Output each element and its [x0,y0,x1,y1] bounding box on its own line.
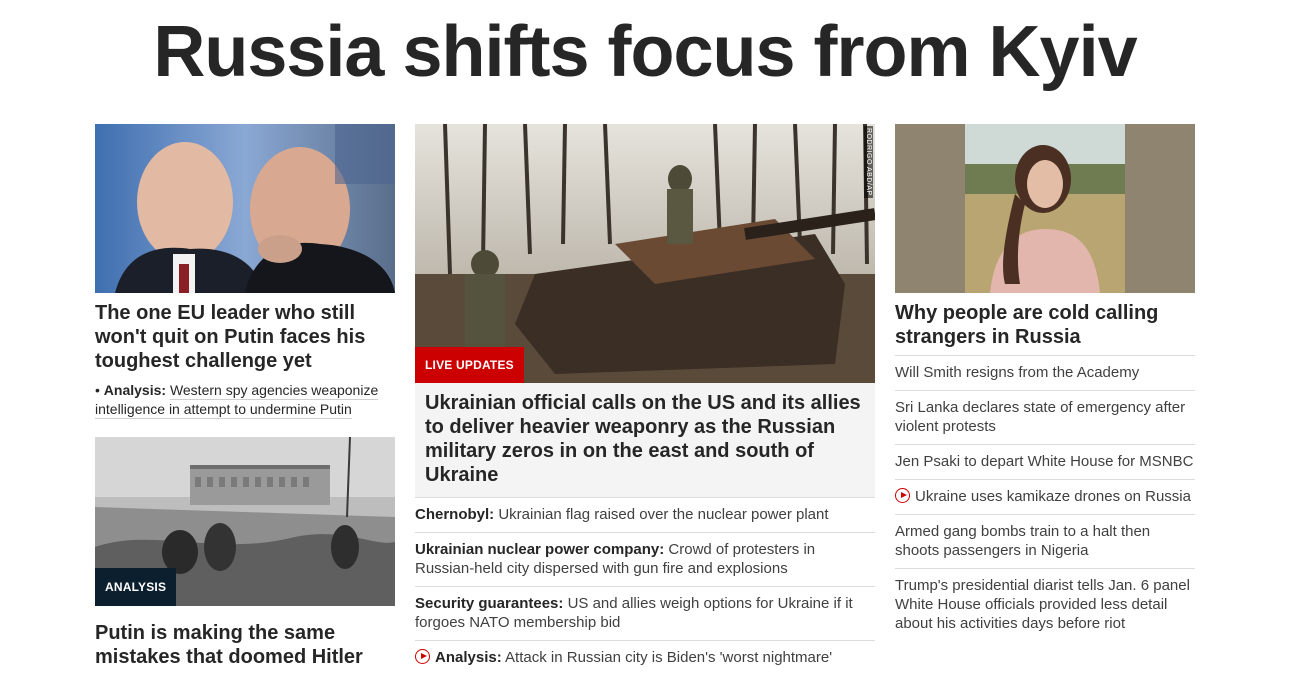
bullet: • [95,382,104,398]
item-key: Security guarantees: [415,595,564,612]
left-column: The one EU leader who still won't quit o… [95,124,395,668]
list-item[interactable]: Armed gang bombs train to a halt then sh… [895,514,1195,568]
woman-field-illustration [895,124,1195,293]
middle-related-list: Chernobyl: Ukrainian flag raised over th… [415,497,875,675]
play-circle-icon [895,488,910,503]
item-text[interactable]: Attack in Russian city is Biden's 'worst… [505,649,832,666]
item-text[interactable]: Armed gang bombs train to a halt then sh… [895,523,1150,559]
live-updates-label[interactable]: LIVE UPDATES [415,347,524,383]
list-item[interactable]: Sri Lanka declares state of emergency af… [895,390,1195,444]
story-link-eu-leader[interactable]: The one EU leader who still won't quit o… [95,302,365,372]
item-key: Ukrainian nuclear power company: [415,541,665,558]
right-column: Why people are cold calling strangers in… [895,124,1195,641]
story-title-heavier-weaponry[interactable]: Ukrainian official calls on the US and i… [425,391,865,487]
destroyed-tank-illustration [415,124,875,383]
list-item[interactable]: Ukrainian nuclear power company: Crowd o… [415,532,875,586]
feature-headline-box: Ukrainian official calls on the US and i… [415,383,875,497]
list-item[interactable]: Trump's presidential diarist tells Jan. … [895,568,1195,641]
middle-column: RODRIGO ABD/AP LIVE UPDATES Ukrainian of… [415,124,875,675]
page-headline[interactable]: Russia shifts focus from Kyiv [0,10,1290,94]
story-sub-spy-agencies[interactable]: • Analysis: Western spy agencies weaponi… [95,381,395,419]
story-link-cold-calling[interactable]: Why people are cold calling strangers in… [895,302,1158,348]
list-item[interactable]: Analysis: Attack in Russian city is Bide… [415,640,875,675]
list-item[interactable]: Chernobyl: Ukrainian flag raised over th… [415,497,875,532]
story-title-eu-leader[interactable]: The one EU leader who still won't quit o… [95,301,395,373]
item-text[interactable]: Trump's presidential diarist tells Jan. … [895,577,1190,632]
story-title-cold-calling[interactable]: Why people are cold calling strangers in… [895,301,1195,349]
sub-prefix: Analysis: [103,382,167,398]
putin-orban-photo[interactable] [95,124,395,293]
putin-orban-illustration [95,124,395,293]
destroyed-tank-photo[interactable]: RODRIGO ABD/AP LIVE UPDATES [415,124,875,383]
right-related-list: Will Smith resigns from the Academy Sri … [895,355,1195,641]
item-text[interactable]: Ukrainian flag raised over the nuclear p… [498,506,828,523]
analysis-label[interactable]: ANALYSIS [95,568,177,606]
woman-field-photo[interactable] [895,124,1195,293]
list-item[interactable]: Security guarantees: US and allies weigh… [415,586,875,640]
list-item[interactable]: Will Smith resigns from the Academy [895,355,1195,390]
ww2-soldiers-photo[interactable]: ANALYSIS [95,437,395,606]
story-link-putin-hitler[interactable]: Putin is making the same mistakes that d… [95,622,363,668]
photo-credit: RODRIGO ABD/AP [864,126,873,198]
list-item[interactable]: Ukraine uses kamikaze drones on Russia [895,479,1195,514]
item-text[interactable]: Sri Lanka declares state of emergency af… [895,399,1185,435]
story-link-heavier-weaponry[interactable]: Ukrainian official calls on the US and i… [425,392,861,486]
list-item[interactable]: Jen Psaki to depart White House for MSNB… [895,444,1195,479]
story-title-putin-hitler[interactable]: Putin is making the same mistakes that d… [95,621,395,669]
item-key: Chernobyl: [415,506,495,523]
item-text[interactable]: Will Smith resigns from the Academy [895,364,1139,381]
play-circle-icon [415,649,430,664]
item-key: Analysis: [435,649,502,666]
item-text[interactable]: Ukraine uses kamikaze drones on Russia [915,488,1191,505]
item-text[interactable]: Jen Psaki to depart White House for MSNB… [895,453,1193,470]
